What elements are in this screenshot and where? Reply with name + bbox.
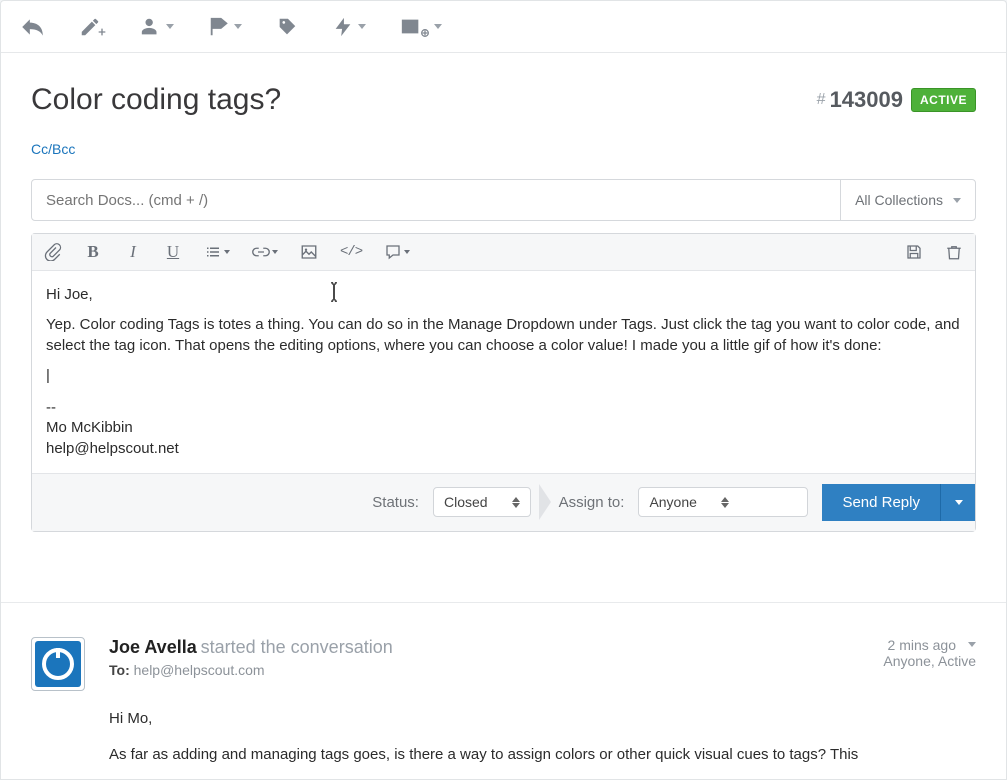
- status-label: Status:: [372, 494, 419, 511]
- compose-area: All Collections B I U </>: [31, 179, 976, 532]
- more-options-dropdown[interactable]: [392, 10, 450, 44]
- ticket-title: Color coding tags?: [31, 83, 281, 117]
- assign-label: Assign to:: [559, 494, 625, 511]
- message-body: As far as adding and managing tags goes,…: [109, 744, 976, 766]
- signature: -- Mo McKibbin help@helpscout.net: [46, 398, 961, 459]
- image-button[interactable]: [300, 243, 318, 261]
- link-button[interactable]: [252, 243, 278, 261]
- workflow-dropdown[interactable]: [324, 10, 374, 44]
- docs-search-input[interactable]: [32, 180, 840, 220]
- underline-button[interactable]: U: [164, 242, 182, 262]
- cc-bcc-toggle[interactable]: Cc/Bcc: [31, 141, 75, 157]
- to-label: To:: [109, 662, 130, 678]
- signature-name: Mo McKibbin: [46, 418, 961, 438]
- reply-body-text: Yep. Color coding Tags is totes a thing.…: [46, 315, 961, 356]
- to-address: help@helpscout.com: [134, 662, 265, 678]
- note-button[interactable]: [71, 10, 114, 44]
- reply-button[interactable]: [11, 8, 53, 46]
- status-select[interactable]: Closed: [433, 487, 531, 517]
- message-options-dropdown[interactable]: [968, 642, 976, 647]
- ticket-id: 143009: [830, 87, 903, 113]
- ticket-id-hash: #: [817, 91, 826, 109]
- reply-editor: B I U </>: [31, 233, 976, 532]
- conversation-history: Joe Avella started the conversation To: …: [1, 602, 1006, 780]
- ticket-view: Color coding tags? # 143009 ACTIVE Cc/Bc…: [0, 0, 1007, 780]
- list-button[interactable]: [204, 243, 230, 261]
- save-draft-button[interactable]: [905, 243, 923, 261]
- editor-footer: Status: Closed Assign to: Anyone Send Re…: [32, 473, 975, 531]
- customer-name: Joe Avella: [109, 637, 197, 657]
- ticket-status-badge: ACTIVE: [911, 88, 976, 112]
- status-selected-value: Closed: [444, 494, 488, 510]
- discard-button[interactable]: [945, 243, 963, 261]
- message-content: Hi Mo, As far as adding and managing tag…: [109, 708, 976, 766]
- reply-editor-body[interactable]: Hi Joe, Yep. Color coding Tags is totes …: [32, 271, 975, 473]
- tag-button[interactable]: [268, 10, 306, 44]
- send-reply-dropdown[interactable]: [940, 484, 975, 521]
- message-timestamp: 2 mins ago: [888, 637, 956, 653]
- assignee-selected-value: Anyone: [649, 494, 696, 510]
- conversation-actions-toolbar: [1, 1, 1006, 53]
- message-action-text: started the conversation: [201, 637, 393, 657]
- assign-dropdown[interactable]: [132, 10, 182, 44]
- reply-greeting: Hi Joe,: [46, 285, 961, 305]
- send-button-group: Send Reply: [822, 484, 975, 521]
- message-meta: Anyone, Active: [883, 653, 976, 669]
- status-dropdown[interactable]: [200, 10, 250, 44]
- collections-label: All Collections: [855, 192, 943, 208]
- code-button[interactable]: </>: [340, 244, 362, 260]
- editor-toolbar: B I U </>: [32, 234, 975, 271]
- signature-divider: --: [46, 398, 961, 418]
- message-greeting: Hi Mo,: [109, 708, 976, 730]
- customer-avatar: [31, 637, 85, 691]
- step-separator-icon: [539, 484, 551, 520]
- saved-replies-button[interactable]: [384, 243, 410, 261]
- bold-button[interactable]: B: [84, 242, 102, 262]
- attach-button[interactable]: [44, 243, 62, 261]
- italic-button[interactable]: I: [124, 242, 142, 262]
- docs-search-bar: All Collections: [31, 179, 976, 221]
- ticket-header: Color coding tags? # 143009 ACTIVE Cc/Bc…: [1, 53, 1006, 167]
- collections-dropdown[interactable]: All Collections: [840, 180, 975, 220]
- send-reply-button[interactable]: Send Reply: [822, 484, 940, 521]
- assignee-select[interactable]: Anyone: [638, 487, 808, 517]
- message-item: Joe Avella started the conversation To: …: [31, 603, 976, 780]
- signature-email: help@helpscout.net: [46, 439, 961, 459]
